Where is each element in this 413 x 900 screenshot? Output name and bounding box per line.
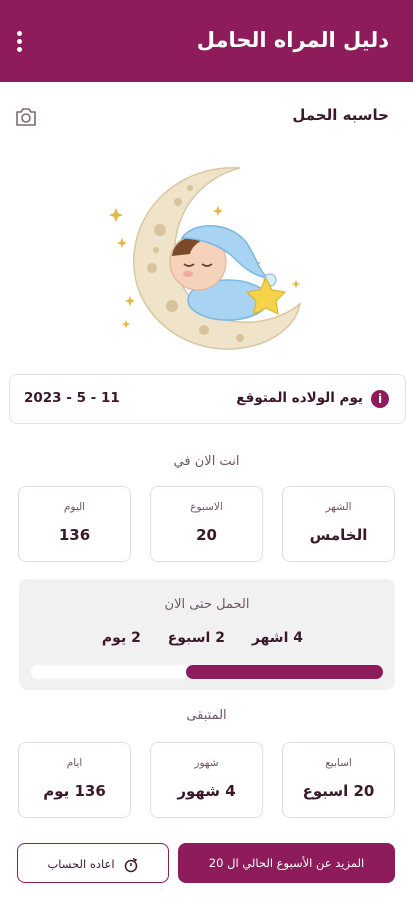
info-icon[interactable]: i: [371, 390, 389, 408]
remaining-weeks-card: اسابيع 20 اسبوع: [282, 742, 395, 818]
current-week-card: الاسبوع 20: [150, 486, 263, 562]
remaining-weeks-label: اسابيع: [325, 757, 352, 769]
remaining-days-value: 136 يوم: [43, 782, 106, 800]
remaining-months-card: شهور 4 شهور: [150, 742, 263, 818]
current-day-card: اليوم 136: [18, 486, 131, 562]
current-week-value: 20: [196, 526, 217, 544]
progress-bar: [31, 665, 383, 679]
calculator-title: حاسبه الحمل: [292, 106, 389, 124]
due-date-value: 2023 - 5 - 11: [24, 390, 120, 406]
remaining-months-value: 4 شهور: [177, 782, 236, 800]
camera-icon[interactable]: [14, 106, 38, 128]
baby-on-moon-illustration: [109, 167, 302, 350]
more-vert-icon[interactable]: [10, 28, 30, 54]
progress-bar-fill: [185, 665, 383, 679]
current-week-label: الاسبوع: [190, 501, 223, 513]
calculator-header: حاسبه الحمل: [0, 104, 413, 134]
current-month-value: الخامس: [309, 526, 368, 544]
remaining-weeks-value: 20 اسبوع: [302, 782, 375, 800]
progress-summary: 4 اشهر 2 اسبوع 2 يوم: [19, 630, 395, 646]
now-heading: انت الان في: [173, 454, 240, 469]
due-date-label: يوم الولاده المتوقع: [236, 390, 363, 406]
progress-title: الحمل حتى الان: [164, 597, 250, 612]
reset-calculation-button[interactable]: اعاده الحساب: [17, 843, 169, 883]
due-date-card: i يوم الولاده المتوقع 2023 - 5 - 11: [9, 374, 406, 424]
current-day-label: اليوم: [63, 501, 86, 513]
remaining-days-card: ايام 136 يوم: [18, 742, 131, 818]
remaining-heading: المتبقى: [186, 708, 227, 723]
current-day-value: 136: [58, 526, 91, 544]
reset-timer-icon: [124, 857, 137, 872]
progress-months: 4 اشهر: [251, 630, 303, 646]
current-month-card: الشهر الخامس: [282, 486, 395, 562]
app-title: دليل المراه الحامل: [196, 28, 389, 52]
current-month-label: الشهر: [325, 501, 352, 513]
more-about-week-button[interactable]: المزيد عن الأسبوع الحالي ال 20: [178, 843, 395, 883]
pregnancy-progress-panel: الحمل حتى الان 4 اشهر 2 اسبوع 2 يوم: [19, 579, 395, 690]
progress-weeks: 2 اسبوع: [167, 630, 225, 646]
app-bar: دليل المراه الحامل: [0, 0, 413, 82]
reset-calculation-label: اعاده الحساب: [47, 857, 115, 871]
remaining-days-label: ايام: [66, 757, 83, 769]
progress-days: 2 يوم: [101, 630, 141, 646]
remaining-months-label: شهور: [194, 757, 219, 769]
